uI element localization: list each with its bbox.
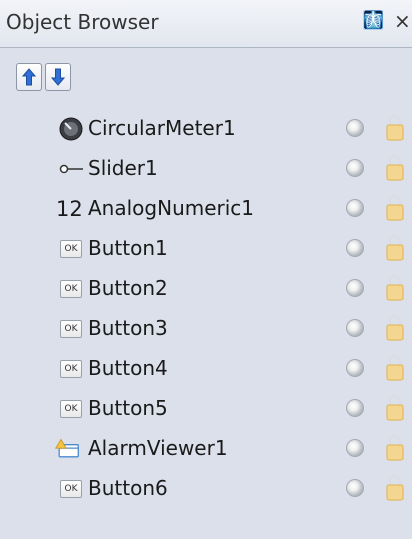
list-item-label: AnalogNumeric1 (88, 196, 255, 220)
list-item[interactable]: 12 AnalogNumeric1 (0, 190, 412, 230)
lock-icon[interactable] (384, 153, 406, 183)
visibility-icon[interactable] (346, 119, 364, 137)
ok-button-icon: OK (58, 236, 84, 262)
move-down-button[interactable] (45, 63, 71, 91)
ok-button-icon: OK (58, 356, 84, 382)
lock-icon[interactable] (384, 233, 406, 263)
alarm-viewer-icon (54, 436, 80, 462)
list-item[interactable]: OK Button6 (0, 470, 412, 510)
pin-icon[interactable]: 🩻 (362, 10, 384, 31)
list-item[interactable]: OK Button2 (0, 270, 412, 310)
lock-icon[interactable] (384, 113, 406, 143)
visibility-icon[interactable] (346, 319, 364, 337)
list-item[interactable]: OK Button3 (0, 310, 412, 350)
arrow-up-icon (22, 68, 36, 86)
lock-icon[interactable] (384, 353, 406, 383)
visibility-icon[interactable] (346, 159, 364, 177)
ok-icon-text: OK (60, 480, 82, 498)
list-item-label: AlarmViewer1 (88, 436, 228, 460)
list-item-label: Slider1 (88, 156, 158, 180)
lock-icon[interactable] (384, 273, 406, 303)
list-item[interactable]: CircularMeter1 (0, 110, 412, 150)
panel-title: Object Browser (6, 10, 159, 34)
list-item-label: Button1 (88, 236, 168, 260)
list-item-label: Button5 (88, 396, 168, 420)
ok-icon-text: OK (60, 280, 82, 298)
list-item[interactable]: OK Button1 (0, 230, 412, 270)
lock-icon[interactable] (384, 193, 406, 223)
visibility-icon[interactable] (346, 359, 364, 377)
visibility-icon[interactable] (346, 239, 364, 257)
ok-button-icon: OK (58, 476, 84, 502)
visibility-icon[interactable] (346, 199, 364, 217)
lock-icon[interactable] (384, 393, 406, 423)
ok-button-icon: OK (58, 276, 84, 302)
ok-button-icon: OK (58, 316, 84, 342)
object-browser-panel: Object Browser 🩻 × CircularMeter1 Slider… (0, 0, 412, 539)
ok-icon-text: OK (60, 360, 82, 378)
list-item[interactable]: OK Button4 (0, 350, 412, 390)
ok-icon-text: OK (60, 400, 82, 418)
visibility-icon[interactable] (346, 279, 364, 297)
ok-icon-text: OK (60, 240, 82, 258)
close-icon[interactable]: × (394, 9, 411, 33)
arrow-down-icon (51, 68, 65, 86)
panel-titlebar: Object Browser 🩻 × (0, 0, 412, 48)
lock-icon[interactable] (384, 313, 406, 343)
lock-icon[interactable] (384, 433, 406, 463)
list-item-label: CircularMeter1 (88, 116, 236, 140)
circular-meter-icon (58, 116, 84, 142)
list-item-label: Button4 (88, 356, 168, 380)
list-item-label: Button6 (88, 476, 168, 500)
lock-icon[interactable] (384, 473, 406, 503)
list-item[interactable]: Slider1 (0, 150, 412, 190)
ok-icon-text: OK (60, 320, 82, 338)
list-item-label: Button2 (88, 276, 168, 300)
visibility-icon[interactable] (346, 439, 364, 457)
slider-icon (58, 156, 84, 182)
numeric-icon-text: 12 (56, 197, 83, 221)
visibility-icon[interactable] (346, 479, 364, 497)
ok-button-icon: OK (58, 396, 84, 422)
list-item-label: Button3 (88, 316, 168, 340)
numeric-icon: 12 (56, 196, 83, 222)
move-up-button[interactable] (16, 63, 42, 91)
visibility-icon[interactable] (346, 399, 364, 417)
list-item[interactable]: AlarmViewer1 (0, 430, 412, 470)
list-item[interactable]: OK Button5 (0, 390, 412, 430)
